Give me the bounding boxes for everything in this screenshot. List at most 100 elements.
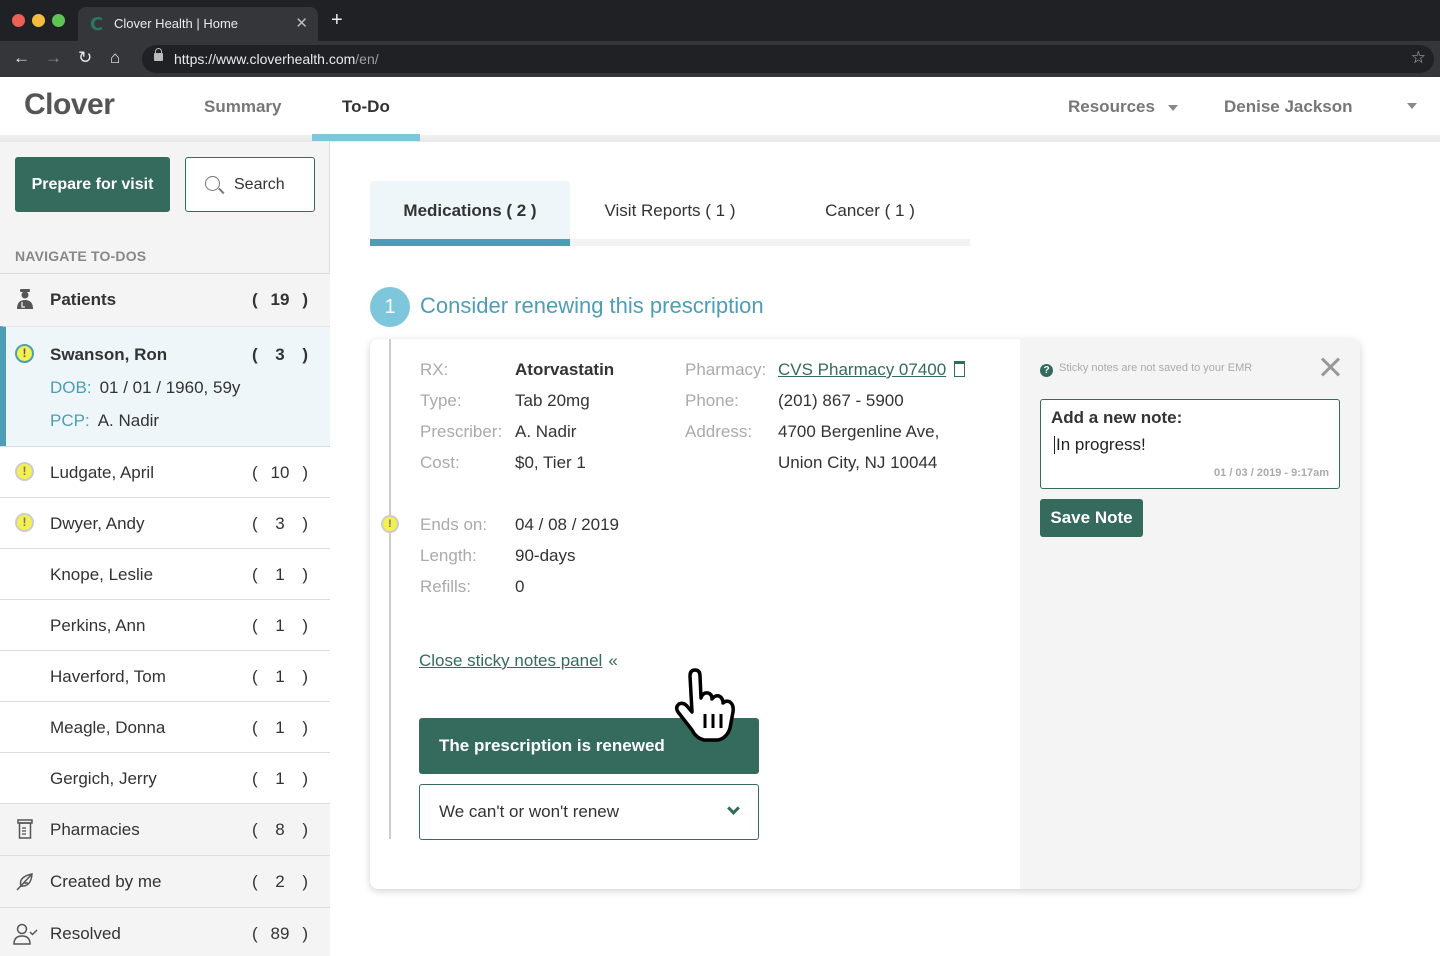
sidebar-item-label: Created by me [50,872,162,891]
note-label: Add a new note: [1051,408,1183,427]
prepare-for-visit-button[interactable]: Prepare for visit [15,157,170,212]
sidebar-item-created-by-me[interactable]: Created by me (2) [0,855,330,907]
search-label: Search [234,176,285,193]
tab-close-icon[interactable]: ✕ [295,14,308,32]
close-icon[interactable] [1318,355,1342,379]
tab-visit-reports[interactable]: Visit Reports ( 1 ) [570,181,770,246]
nav-tab-todo[interactable]: To-Do [342,97,390,117]
alert-icon: ! [15,344,34,363]
count-badge: (3) [252,345,308,364]
address-bar[interactable]: https://www.cloverhealth.com/en/ ☆ [142,45,1434,73]
count-badge: (1) [252,718,308,737]
clover-logo[interactable]: Clover [24,88,115,122]
todo-tabs: Medications ( 2 ) Visit Reports ( 1 ) Ca… [370,181,970,246]
lock-icon [154,48,163,61]
patient-name: Dwyer, Andy [50,514,145,533]
wont-renew-label: We can't or won't renew [439,802,620,821]
bookmark-star-icon[interactable]: ☆ [1411,48,1426,68]
close-window-button[interactable] [12,14,25,27]
patient-name: Perkins, Ann [50,616,146,635]
user-menu[interactable]: Denise Jackson [1224,97,1353,117]
patient-item[interactable]: Haverford, Tom (1) [0,650,330,701]
search-button[interactable]: Search [185,157,315,212]
patient-item[interactable]: Meagle, Donna (1) [0,701,330,752]
patient-item[interactable]: Gergich, Jerry (1) [0,752,330,803]
note-timestamp: 01 / 03 / 2019 - 9:17am [1214,467,1329,479]
user-menu-chevron-down-icon[interactable] [1407,103,1417,109]
wont-renew-dropdown[interactable]: We can't or won't renew [419,784,759,840]
count-badge: (2) [252,872,308,891]
search-icon [205,176,220,191]
patient-item[interactable]: ! Dwyer, Andy (3) [0,497,330,548]
sidebar-item-pharmacies[interactable]: Pharmacies (8) [0,803,330,855]
sidebar-item-label: Pharmacies [50,820,140,839]
user-check-icon [13,923,38,945]
patient-name: Ludgate, April [50,463,154,482]
hand-pointer-cursor-icon [670,668,742,744]
count-badge: (1) [252,616,308,635]
patient-name: Haverford, Tom [50,667,166,686]
count-badge: (89) [252,924,308,943]
doctor-icon [13,288,37,310]
patient-item[interactable]: Perkins, Ann (1) [0,599,330,650]
note-input[interactable]: Add a new note: In progress! 01 / 03 / 2… [1040,399,1340,489]
sidebar-item-label: Resolved [50,924,121,943]
patient-name: Swanson, Ron [50,345,168,364]
patient-item[interactable]: Knope, Leslie (1) [0,548,330,599]
browser-titlebar: C Clover Health | Home ✕ + [0,0,1440,41]
prescription-card: ! RX: Atorvastatin Type: Tab 20mg Prescrib… [370,339,1360,889]
timeline-line [389,339,391,839]
save-note-button[interactable]: Save Note [1040,499,1143,537]
header-divider [0,135,1440,142]
app-header: Clover Summary To-Do Resources Denise Ja… [0,77,1440,135]
tab-title: Clover Health | Home [114,16,239,31]
count-badge: (19) [252,290,308,309]
clover-favicon-icon: C [90,14,104,35]
sticky-notes-panel: ? Sticky notes are not saved to your EMR … [1020,339,1360,889]
help-icon: ? [1040,364,1053,377]
step-title: Consider renewing this prescription [420,293,764,318]
alert-icon: ! [15,513,34,532]
forward-icon[interactable]: → [45,49,62,67]
home-icon[interactable]: ⌂ [110,49,120,67]
sidebar-item-patients[interactable]: Patients (19) [0,273,330,326]
navigate-todos-heading: NAVIGATE TO-DOS [15,248,147,264]
patient-item[interactable]: ! Ludgate, April (10) [0,446,330,497]
timeline-alert-icon: ! [381,515,399,533]
reload-icon[interactable]: ↻ [78,49,92,67]
patient-item-selected[interactable]: ! Swanson, Ron (3) DOB: 01 / 01 / 1960, 5… [0,326,330,446]
feather-icon [13,871,37,893]
alert-icon: ! [15,462,34,481]
count-badge: (1) [252,769,308,788]
tab-cancer[interactable]: Cancer ( 1 ) [770,181,970,246]
resources-menu[interactable]: Resources [1068,97,1178,117]
count-badge: (1) [252,667,308,686]
pharmacy-link[interactable]: CVS Pharmacy 07400 [778,360,946,379]
sidebar-item-resolved[interactable]: Resolved (89) [0,907,330,956]
patient-dob: DOB: 01 / 01 / 1960, 59y [50,378,241,397]
patient-name: Knope, Leslie [50,565,154,584]
count-badge: (8) [252,820,308,839]
count-badge: (3) [252,514,308,533]
new-tab-button[interactable]: + [331,10,343,30]
double-chevron-left-icon: « [608,651,618,670]
note-text[interactable]: In progress! [1054,436,1146,454]
sticky-notes-info: ? Sticky notes are not saved to your EMR [1040,362,1252,377]
back-icon[interactable]: ← [13,49,30,67]
minimize-window-button[interactable] [32,14,45,27]
patient-name: Meagle, Donna [50,718,166,737]
nav-tab-summary[interactable]: Summary [204,97,281,117]
active-nav-indicator [312,134,420,141]
patient-name: Gergich, Jerry [50,769,157,788]
pharmacy-link-wrap: CVS Pharmacy 07400 [778,360,966,380]
browser-tab[interactable]: C Clover Health | Home ✕ [78,7,318,41]
sidebar: Prepare for visit Search NAVIGATE TO-DOS… [0,142,330,956]
pill-bottle-icon [954,361,966,377]
tab-medications[interactable]: Medications ( 2 ) [370,181,570,246]
close-sticky-notes-link[interactable]: Close sticky notes panel « [419,651,618,671]
maximize-window-button[interactable] [52,14,65,27]
chevron-down-icon [727,802,740,815]
chevron-down-icon [1167,104,1178,111]
step-number-badge: 1 [370,287,410,327]
browser-toolbar: ← → ↻ ⌂ https://www.cloverhealth.com/en/… [0,41,1440,77]
